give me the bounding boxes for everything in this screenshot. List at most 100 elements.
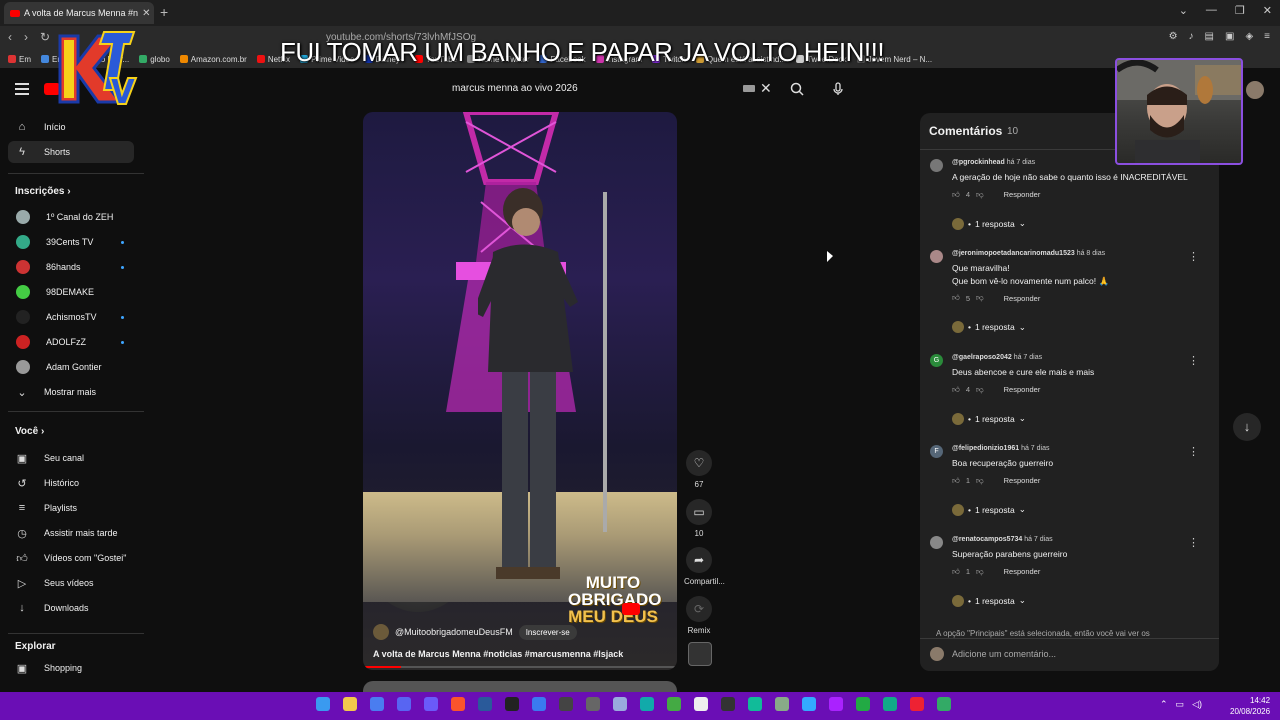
sidebar-item-like[interactable]: 👍︎ Vídeos com "Gostei" bbox=[8, 547, 134, 569]
arrow-down-icon[interactable]: ↓ bbox=[1233, 413, 1261, 441]
reload-icon[interactable]: ↻ bbox=[40, 30, 50, 44]
video-title[interactable]: A volta de Marcus Menna #noticias #marcu… bbox=[373, 649, 623, 659]
comment-action[interactable]: ▭ 10 bbox=[684, 499, 714, 538]
minimize-icon[interactable]: — bbox=[1206, 4, 1217, 17]
taskbar-app-icon[interactable] bbox=[586, 697, 600, 711]
comment-author[interactable]: @renatocampos5734 bbox=[952, 536, 1022, 543]
subscribe-button[interactable]: Inscrever-se bbox=[518, 624, 577, 640]
sidebar-item-shopping[interactable]: ▣ Shopping bbox=[8, 657, 134, 679]
taskbar-app-icon[interactable] bbox=[370, 697, 384, 711]
extension-icon[interactable]: ⚙ bbox=[1169, 31, 1178, 42]
hamburger-menu-icon[interactable] bbox=[15, 83, 29, 95]
taskbar-app-icon[interactable] bbox=[640, 697, 654, 711]
taskbar-app-icon[interactable] bbox=[775, 697, 789, 711]
more-options-icon[interactable]: ⋮ bbox=[1188, 536, 1199, 549]
taskbar-app-icon[interactable] bbox=[559, 697, 573, 711]
taskbar-app-icon[interactable] bbox=[667, 697, 681, 711]
view-replies-button[interactable]: • 1 resposta ⌄ bbox=[952, 217, 1026, 230]
taskbar-app-icon[interactable] bbox=[613, 697, 627, 711]
more-options-icon[interactable]: ⋮ bbox=[1188, 250, 1199, 263]
taskbar-app-icon[interactable] bbox=[694, 697, 708, 711]
sidebar-item-playlists[interactable]: ≡ Playlists bbox=[8, 497, 134, 519]
menu-icon[interactable]: ≡ bbox=[1264, 31, 1270, 42]
commenter-avatar[interactable] bbox=[930, 250, 943, 263]
taskbar-clock[interactable]: 14:42 20/08/2026 bbox=[1230, 695, 1270, 717]
commenter-avatar[interactable]: G bbox=[930, 354, 943, 367]
comment-author[interactable]: @pgrockinhead bbox=[952, 159, 1005, 166]
thumbs-down-icon[interactable]: 👎︎ bbox=[976, 385, 984, 395]
view-replies-button[interactable]: • 1 resposta ⌄ bbox=[952, 503, 1026, 516]
sidebar-channel-item[interactable]: AchismosTV bbox=[8, 306, 134, 328]
thumbs-up-icon[interactable]: 👍︎ bbox=[952, 190, 960, 200]
network-icon[interactable]: ▭ bbox=[1176, 699, 1185, 710]
show-more-button[interactable]: ⌄ Mostrar mais bbox=[8, 381, 134, 403]
thumbs-up-icon[interactable]: 👍︎ bbox=[952, 476, 960, 486]
taskbar-app-icon[interactable] bbox=[748, 697, 762, 711]
close-window-icon[interactable]: ✕ bbox=[1263, 4, 1272, 17]
audio-waveform-icon[interactable] bbox=[688, 642, 712, 666]
add-comment-input[interactable]: Adicione um comentário... bbox=[952, 649, 1056, 659]
tab-close-icon[interactable]: ✕ bbox=[142, 8, 150, 19]
back-icon[interactable]: ‹ bbox=[8, 30, 12, 44]
browser-tab[interactable]: A volta de Marcus Menna #n ✕ bbox=[4, 2, 154, 24]
reply-button[interactable]: Responder bbox=[1004, 476, 1041, 485]
thumbs-up-icon[interactable]: 👍︎ bbox=[952, 293, 960, 303]
commenter-avatar[interactable] bbox=[930, 159, 943, 172]
sidebar-item-history[interactable]: ↺ Histórico bbox=[8, 472, 134, 494]
taskbar-app-icon[interactable] bbox=[478, 697, 492, 711]
like-action[interactable]: ♡ 67 bbox=[684, 450, 714, 489]
sidebar-item-your-videos[interactable]: ▷ Seus vídeos bbox=[8, 572, 134, 594]
remix-icon[interactable]: ⟳ bbox=[686, 596, 712, 622]
taskbar-app-icon[interactable] bbox=[856, 697, 870, 711]
forward-icon[interactable]: › bbox=[24, 30, 28, 44]
view-replies-button[interactable]: • 1 resposta ⌄ bbox=[952, 321, 1026, 333]
share-icon[interactable]: ➦ bbox=[686, 547, 712, 573]
view-replies-button[interactable]: • 1 resposta ⌄ bbox=[952, 412, 1026, 425]
sidebar-item-watch-later[interactable]: ◷ Assistir mais tarde bbox=[8, 522, 134, 544]
thumbs-down-icon[interactable]: 👎︎ bbox=[976, 476, 984, 486]
taskbar-app-icon[interactable] bbox=[802, 697, 816, 711]
reply-button[interactable]: Responder bbox=[1004, 294, 1041, 303]
sidebar-channel-item[interactable]: 86hands bbox=[8, 256, 134, 278]
sidebar-channel-item[interactable]: Adam Gontier bbox=[8, 356, 134, 378]
comment-author[interactable]: @gaelraposo2042 bbox=[952, 354, 1012, 361]
remix-action[interactable]: ⟳ Remix bbox=[684, 596, 714, 635]
sidebar-channel-item[interactable]: 1º Canal do ZEH bbox=[8, 206, 134, 228]
taskbar-app-icon[interactable] bbox=[343, 697, 357, 711]
progress-bar[interactable] bbox=[363, 666, 677, 668]
reply-button[interactable]: Responder bbox=[1004, 567, 1041, 576]
thumbs-down-icon[interactable]: 👎︎ bbox=[976, 293, 984, 303]
comment-author[interactable]: @felipedionizio1961 bbox=[952, 445, 1019, 452]
reply-button[interactable]: Responder bbox=[1004, 190, 1041, 199]
maximize-icon[interactable]: ❐ bbox=[1235, 4, 1245, 17]
taskbar-app-icon[interactable] bbox=[532, 697, 546, 711]
volume-icon[interactable]: ◁) bbox=[1192, 699, 1202, 710]
subscriptions-heading[interactable]: Inscrições › bbox=[15, 186, 71, 197]
search-icon[interactable] bbox=[789, 81, 805, 97]
comment-icon[interactable]: ▭ bbox=[686, 499, 712, 525]
shield-icon[interactable]: ◈ bbox=[1245, 31, 1253, 42]
sidebar-item-download[interactable]: ↓ Downloads bbox=[8, 597, 134, 619]
shorts-video-player[interactable]: MUITO OBRIGADO MEU DEUS @Muitoobrigadome… bbox=[363, 112, 677, 670]
you-heading[interactable]: Você › bbox=[15, 426, 44, 437]
channel-name[interactable]: @MuitoobrigadomeuDeusFM bbox=[395, 627, 513, 637]
taskbar-app-icon[interactable] bbox=[721, 697, 735, 711]
sidebar-icon[interactable]: ▤ bbox=[1205, 31, 1214, 42]
view-replies-button[interactable]: • 1 resposta ⌄ bbox=[952, 594, 1026, 607]
taskbar-app-icon[interactable] bbox=[397, 697, 411, 711]
taskbar-app-icon[interactable] bbox=[316, 697, 330, 711]
reply-button[interactable]: Responder bbox=[1004, 385, 1041, 394]
music-icon[interactable]: ♪ bbox=[1189, 31, 1194, 42]
taskbar-app-icon[interactable] bbox=[505, 697, 519, 711]
thumbs-down-icon[interactable]: 👎︎ bbox=[976, 190, 984, 200]
taskbar-app-icon[interactable] bbox=[451, 697, 465, 711]
commenter-avatar[interactable] bbox=[930, 536, 943, 549]
more-options-icon[interactable]: ⋮ bbox=[1188, 354, 1199, 367]
comment-author[interactable]: @jeronimopoetadancarinomadu1523 bbox=[952, 250, 1075, 257]
taskbar-app-icon[interactable] bbox=[829, 697, 843, 711]
sidebar-channel-item[interactable]: ADOLFzZ bbox=[8, 331, 134, 353]
sidebar-channel-item[interactable]: 39Cents TV bbox=[8, 231, 134, 253]
thumbs-up-icon[interactable]: 👍︎ bbox=[952, 567, 960, 577]
taskbar-app-icon[interactable] bbox=[883, 697, 897, 711]
sidebar-item-shorts[interactable]: ϟ Shorts bbox=[8, 141, 134, 163]
